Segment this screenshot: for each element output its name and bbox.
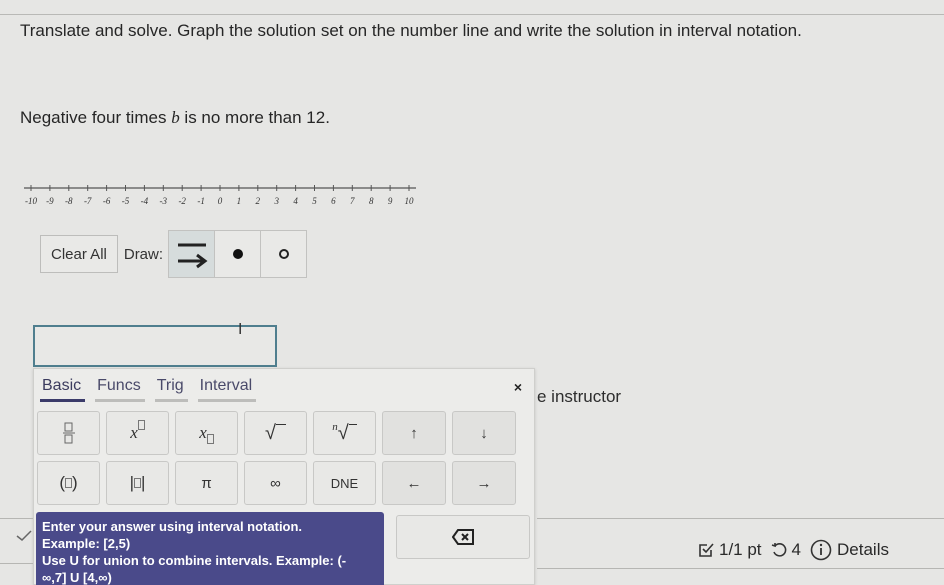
keypad-tabs: Basic Funcs Trig Interval bbox=[40, 377, 266, 402]
number-line-tick-label: 0 bbox=[218, 196, 223, 206]
tab-funcs[interactable]: Funcs bbox=[95, 377, 145, 402]
clear-all-button[interactable]: Clear All bbox=[40, 235, 118, 273]
draw-label: Draw: bbox=[123, 245, 164, 263]
tooltip-line: Use U for union to combine intervals. Ex… bbox=[42, 553, 347, 568]
dne-key[interactable]: DNE bbox=[313, 461, 376, 505]
number-line-tick-label: -6 bbox=[103, 196, 111, 206]
number-line-tick-label: -9 bbox=[46, 196, 54, 206]
close-keypad-button[interactable]: × bbox=[514, 379, 522, 395]
score-text: 1/1 pt bbox=[719, 540, 762, 559]
question-instruction: Translate and solve. Graph the solution … bbox=[20, 21, 802, 40]
number-line-tick-label: 5 bbox=[312, 196, 317, 206]
superscript-key[interactable]: x bbox=[106, 411, 169, 455]
divider bbox=[537, 568, 944, 569]
pi-key[interactable]: π bbox=[175, 461, 238, 505]
number-line-tick-label: 8 bbox=[369, 196, 374, 206]
draw-controls: Clear All Draw: bbox=[40, 230, 308, 278]
tab-interval[interactable]: Interval bbox=[197, 377, 257, 402]
number-line-tick-label: -3 bbox=[160, 196, 168, 206]
number-line-tick-label: -4 bbox=[141, 196, 149, 206]
tooltip-line: Enter your answer using interval notatio… bbox=[42, 519, 303, 534]
number-line-tick-label: 6 bbox=[331, 196, 336, 206]
backspace-icon bbox=[452, 529, 474, 545]
info-icon bbox=[810, 539, 832, 561]
ray-arrow-icon bbox=[177, 243, 208, 269]
subscript-icon: x bbox=[199, 423, 207, 442]
nth-root-index: n bbox=[332, 421, 338, 433]
cursor-right-key[interactable]: → bbox=[452, 461, 516, 505]
obscured-text: e instructor bbox=[537, 387, 622, 406]
checkbox-score-icon bbox=[699, 543, 714, 557]
number-line-tick-label: -7 bbox=[84, 196, 92, 206]
backspace-key[interactable] bbox=[396, 515, 530, 559]
number-line[interactable]: -10 -9 -8 -7 -6 -5 -4 -3 -2 -1 0 1 2 3 4 5 6 7 8 9 10 bbox=[24, 180, 424, 210]
text-cursor-icon: I bbox=[238, 320, 243, 338]
filled-dot-icon bbox=[232, 249, 243, 259]
tab-basic[interactable]: Basic bbox=[40, 377, 86, 402]
number-line-tick-label: -10 bbox=[25, 196, 37, 206]
subscript-key[interactable]: x bbox=[175, 411, 238, 455]
tab-trig[interactable]: Trig bbox=[154, 377, 188, 402]
checkmark-icon bbox=[16, 530, 32, 542]
placeholder-box bbox=[137, 420, 145, 430]
nth-root-key[interactable]: n √ bbox=[313, 411, 376, 455]
nth-root-icon: √ bbox=[337, 421, 349, 444]
number-line-tick-label: -2 bbox=[178, 196, 186, 206]
number-line-tick-label: 7 bbox=[350, 196, 355, 206]
sqrt-icon: √ bbox=[265, 421, 276, 444]
number-line-tick-label: 3 bbox=[273, 196, 279, 206]
problem-statement: Negative four times b is no more than 12… bbox=[20, 108, 330, 128]
absolute-value-icon: | | bbox=[129, 473, 146, 492]
number-line-tick-label: 10 bbox=[405, 196, 415, 206]
interval-help-tooltip: Enter your answer using interval notatio… bbox=[36, 512, 384, 585]
problem-suffix: is no more than 12. bbox=[179, 108, 330, 127]
retry-icon bbox=[771, 543, 786, 557]
number-line-tick-label: 9 bbox=[388, 196, 393, 206]
divider bbox=[537, 518, 944, 519]
tooltip-line: ∞,7] U [4,∞) bbox=[42, 570, 112, 585]
number-line-tick-label: -1 bbox=[197, 196, 205, 206]
number-line-tick-label: 2 bbox=[256, 196, 261, 206]
number-line-tick-label: 4 bbox=[293, 196, 298, 206]
problem-prefix: Negative four times bbox=[20, 108, 172, 127]
sqrt-key[interactable]: √ bbox=[244, 411, 307, 455]
ray-tool[interactable] bbox=[168, 230, 216, 278]
retries-count: 4 bbox=[791, 540, 802, 559]
cursor-down-key[interactable]: ↓ bbox=[452, 411, 516, 455]
tooltip-line: Example: [2,5) bbox=[42, 536, 131, 551]
problem-variable: b bbox=[171, 108, 180, 127]
number-line-tick-label: 1 bbox=[237, 196, 242, 206]
cursor-up-key[interactable]: ↑ bbox=[382, 411, 446, 455]
divider bbox=[0, 563, 33, 564]
closed-dot-tool[interactable] bbox=[214, 230, 262, 278]
fraction-icon bbox=[62, 422, 75, 444]
number-line-tick-label: -5 bbox=[122, 196, 130, 206]
placeholder-box bbox=[206, 434, 214, 444]
cursor-left-key[interactable]: ← bbox=[382, 461, 446, 505]
parentheses-icon: () bbox=[59, 473, 78, 492]
parentheses-key[interactable]: () bbox=[37, 461, 100, 505]
details-link[interactable]: Details bbox=[837, 540, 889, 560]
open-dot-tool[interactable] bbox=[260, 230, 308, 278]
infinity-key[interactable]: ∞ bbox=[244, 461, 307, 505]
fraction-key[interactable] bbox=[37, 411, 100, 455]
number-line-tick-label: -8 bbox=[65, 196, 73, 206]
open-dot-icon bbox=[278, 249, 289, 259]
absolute-value-key[interactable]: | | bbox=[106, 461, 169, 505]
superscript-icon: x bbox=[130, 423, 138, 442]
question-status: 1/1 pt 4 Details bbox=[698, 539, 894, 561]
divider bbox=[0, 518, 33, 519]
keypad-keys: x x √ n √ ↑ ↓ () | | π ∞ DNE ← → bbox=[37, 411, 522, 511]
